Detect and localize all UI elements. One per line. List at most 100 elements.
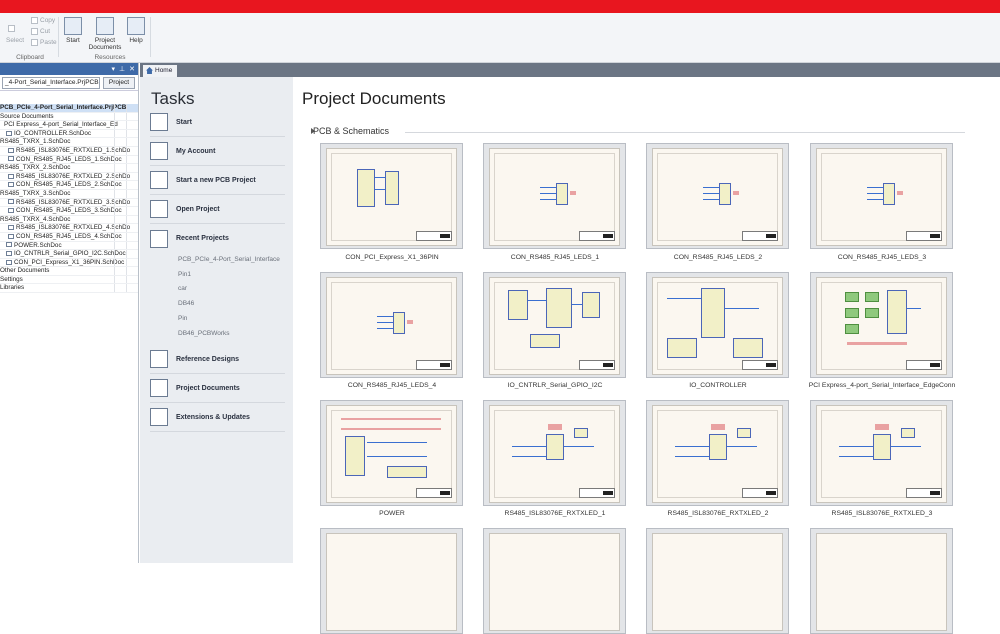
document-label[interactable]: RS485_ISL83076E_RXTXLED_3 xyxy=(807,510,957,517)
tree-item-label: Source Documents xyxy=(0,112,54,120)
document-thumbnail[interactable] xyxy=(320,143,463,249)
document-label[interactable]: POWER xyxy=(317,510,467,517)
tree-column-grid xyxy=(114,172,138,181)
recent-project-link[interactable]: DB46_PCBWorks xyxy=(178,330,230,337)
document-thumbnail[interactable] xyxy=(483,272,626,378)
panel-menu-icon[interactable]: ▾ xyxy=(112,65,116,73)
project-button[interactable]: Project xyxy=(103,76,135,89)
tree-item[interactable]: Other Documents xyxy=(0,267,138,276)
tree-item[interactable]: IO_CNTRLR_Serial_GPIO_I2C.SchDoc xyxy=(0,250,138,259)
cut-icon xyxy=(31,28,38,35)
select-button[interactable] xyxy=(8,25,15,32)
document-label[interactable]: RS485_ISL83076E_RXTXLED_2 xyxy=(643,510,793,517)
schematic-mark xyxy=(875,424,889,430)
task-start[interactable]: Start xyxy=(150,108,285,137)
help-label: Help xyxy=(129,37,143,44)
tree-item[interactable]: CON_RS485_RJ45_LEDS_3.SchDoc xyxy=(0,207,138,216)
help-button[interactable]: Help xyxy=(126,17,146,44)
recent-project-link[interactable]: Pin1 xyxy=(178,271,191,278)
recent-project-link[interactable]: Pin xyxy=(178,315,187,322)
tree-item[interactable]: CON_RS485_RJ45_LEDS_4.SchDoc xyxy=(0,232,138,242)
document-thumbnail[interactable] xyxy=(810,528,953,634)
document-label[interactable]: CON_RS485_RJ45_LEDS_1 xyxy=(480,254,630,261)
task-reference-designs[interactable]: Reference Designs xyxy=(150,345,285,374)
tree-column-grid xyxy=(114,207,138,215)
tree-item[interactable]: PCI Express_4-port_Serial_Interface_Ed xyxy=(0,121,138,130)
tree-item[interactable]: RS485_ISL83076E_RXTXLED_1.SchDo xyxy=(0,146,138,156)
schematic-mark xyxy=(387,466,427,478)
tree-item[interactable]: Libraries xyxy=(0,284,138,294)
task-recent-projects[interactable]: Recent Projects xyxy=(150,224,285,253)
document-thumbnail[interactable] xyxy=(810,272,953,378)
project-documents-button[interactable]: Project Documents xyxy=(88,17,122,51)
ribbon-divider xyxy=(150,17,151,57)
schematic-mark xyxy=(719,183,731,205)
project-selector: _4-Port_Serial_Interface.PrjPCB Project xyxy=(0,75,138,91)
tree-item[interactable]: IO_CONTROLLER.SchDoc xyxy=(0,129,138,139)
document-label[interactable]: RS485_ISL83076E_RXTXLED_1 xyxy=(480,510,630,517)
pin-icon[interactable]: ⊥ xyxy=(119,65,125,73)
tree-item[interactable]: RS485_ISL83076E_RXTXLED_3.SchDo xyxy=(0,198,138,208)
sheet-border xyxy=(331,282,452,370)
tree-column-grid xyxy=(114,224,138,232)
tree-item[interactable]: RS485_TXRX_2.SchDoc xyxy=(0,164,138,173)
recent-project-link[interactable]: car xyxy=(178,285,187,292)
document-label[interactable]: PCI Express_4-port_Serial_Interface_Edge… xyxy=(807,382,957,389)
cut-button[interactable]: Cut xyxy=(31,28,50,35)
document-thumbnail[interactable] xyxy=(483,400,626,506)
document-thumbnail[interactable] xyxy=(646,272,789,378)
schematic-doc-icon xyxy=(8,233,14,239)
schematic-doc-icon xyxy=(8,225,14,231)
recent-projects-icon xyxy=(150,229,168,248)
task-extensions[interactable]: Extensions & Updates xyxy=(150,403,285,432)
document-thumbnail[interactable] xyxy=(810,143,953,249)
recent-project-link[interactable]: PCB_PCIe_4-Port_Serial_Interface xyxy=(178,256,280,263)
paste-button[interactable]: Paste xyxy=(31,39,57,46)
schematic-doc-icon xyxy=(6,130,12,136)
schematic-mark xyxy=(845,292,859,302)
task-project-documents[interactable]: Project Documents xyxy=(150,374,285,403)
document-label[interactable]: CON_RS485_RJ45_LEDS_2 xyxy=(643,254,793,261)
tree-item[interactable]: RS485_TXRX_4.SchDoc xyxy=(0,215,138,225)
document-label[interactable]: IO_CONTROLLER xyxy=(643,382,793,389)
task-account[interactable]: My Account xyxy=(150,137,285,166)
tree-item[interactable]: CON_PCI_Express_X1_36PIN.SchDoc xyxy=(0,258,138,268)
task-new-pcb-project[interactable]: Start a new PCB Project xyxy=(150,166,285,195)
tree-item[interactable]: RS485_TXRX_3.SchDoc xyxy=(0,189,138,199)
document-thumbnail[interactable] xyxy=(483,143,626,249)
schematic-mark xyxy=(711,424,725,430)
tree-item[interactable]: CON_RS485_RJ45_LEDS_1.SchDoc xyxy=(0,155,138,165)
schematic-doc-icon xyxy=(8,199,14,205)
tree-item[interactable]: POWER.SchDoc xyxy=(0,241,138,251)
account-icon xyxy=(150,142,168,160)
document-thumbnail[interactable] xyxy=(320,272,463,378)
tree-item[interactable]: RS485_ISL83076E_RXTXLED_4.SchDo xyxy=(0,224,138,233)
recent-project-link[interactable]: DB46 xyxy=(178,300,194,307)
document-thumbnail[interactable] xyxy=(320,528,463,634)
task-open-project[interactable]: Open Project xyxy=(150,195,285,224)
document-label[interactable]: IO_CNTRLR_Serial_GPIO_I2C xyxy=(480,382,630,389)
schematic-mark xyxy=(341,428,441,430)
tree-item[interactable]: RS485_TXRX_1.SchDoc xyxy=(0,138,138,147)
document-thumbnail[interactable] xyxy=(646,528,789,634)
document-thumbnail[interactable] xyxy=(483,528,626,634)
tree-item[interactable]: RS485_ISL83076E_RXTXLED_2.SchDo xyxy=(0,172,138,182)
document-thumbnail[interactable] xyxy=(810,400,953,506)
project-name-field[interactable]: _4-Port_Serial_Interface.PrjPCB xyxy=(2,76,100,89)
tree-item-label: Settings xyxy=(0,275,23,283)
close-icon[interactable]: ✕ xyxy=(129,65,135,73)
document-thumbnail[interactable] xyxy=(646,400,789,506)
document-label[interactable]: CON_PCI_Express_X1_36PIN xyxy=(317,254,467,261)
document-label[interactable]: CON_RS485_RJ45_LEDS_3 xyxy=(807,254,957,261)
tree-item[interactable]: PCB_PCIe_4-Port_Serial_Interface.PrjPCB xyxy=(0,104,138,113)
start-button[interactable]: Start xyxy=(62,17,84,44)
document-label[interactable]: CON_RS485_RJ45_LEDS_4 xyxy=(317,382,467,389)
projects-panel: ▾ ⊥ ✕ _4-Port_Serial_Interface.PrjPCB Pr… xyxy=(0,63,139,563)
tree-item[interactable]: Source Documents xyxy=(0,112,138,122)
document-thumbnail[interactable] xyxy=(646,143,789,249)
tree-item[interactable]: CON_RS485_RJ45_LEDS_2.SchDoc xyxy=(0,181,138,190)
document-thumbnail[interactable] xyxy=(320,400,463,506)
tab-home[interactable]: Home xyxy=(143,65,177,77)
copy-button[interactable]: Copy xyxy=(31,17,55,24)
tree-item[interactable]: Settings xyxy=(0,275,138,285)
